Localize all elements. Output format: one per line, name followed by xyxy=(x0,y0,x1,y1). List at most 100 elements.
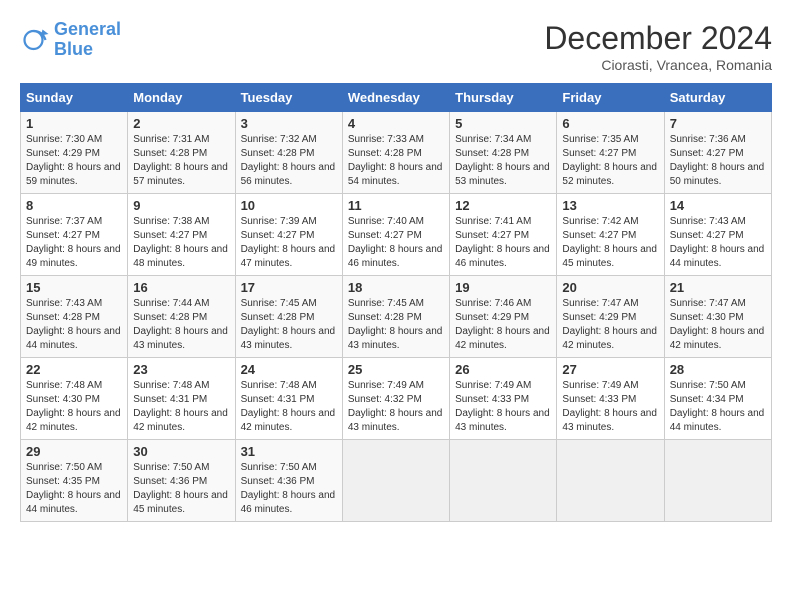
calendar-cell: 12 Sunrise: 7:41 AMSunset: 4:27 PMDayligh… xyxy=(450,194,557,276)
day-info: Sunrise: 7:41 AMSunset: 4:27 PMDaylight:… xyxy=(455,215,551,271)
calendar-table: SundayMondayTuesdayWednesdayThursdayFrid… xyxy=(20,83,772,522)
calendar-cell: 30 Sunrise: 7:50 AMSunset: 4:36 PMDayligh… xyxy=(128,440,235,522)
day-info: Sunrise: 7:36 AMSunset: 4:27 PMDaylight:… xyxy=(670,133,766,189)
calendar-cell: 27 Sunrise: 7:49 AMSunset: 4:33 PMDayligh… xyxy=(557,358,664,440)
day-number: 4 xyxy=(348,116,444,131)
day-info: Sunrise: 7:45 AMSunset: 4:28 PMDaylight:… xyxy=(348,297,444,353)
day-number: 22 xyxy=(26,362,122,377)
day-info: Sunrise: 7:30 AMSunset: 4:29 PMDaylight:… xyxy=(26,133,122,189)
calendar-cell: 25 Sunrise: 7:49 AMSunset: 4:32 PMDayligh… xyxy=(342,358,449,440)
calendar-cell: 24 Sunrise: 7:48 AMSunset: 4:31 PMDayligh… xyxy=(235,358,342,440)
calendar-cell: 22 Sunrise: 7:48 AMSunset: 4:30 PMDayligh… xyxy=(21,358,128,440)
calendar-week-5: 29 Sunrise: 7:50 AMSunset: 4:35 PMDayligh… xyxy=(21,440,772,522)
calendar-cell xyxy=(450,440,557,522)
day-number: 29 xyxy=(26,444,122,459)
calendar-cell: 1Sunrise: 7:30 AMSunset: 4:29 PMDaylight… xyxy=(21,112,128,194)
day-info: Sunrise: 7:32 AMSunset: 4:28 PMDaylight:… xyxy=(241,133,337,189)
day-number: 19 xyxy=(455,280,551,295)
header-cell-thursday: Thursday xyxy=(450,84,557,112)
calendar-cell: 26 Sunrise: 7:49 AMSunset: 4:33 PMDayligh… xyxy=(450,358,557,440)
header-cell-tuesday: Tuesday xyxy=(235,84,342,112)
day-number: 31 xyxy=(241,444,337,459)
day-info: Sunrise: 7:49 AMSunset: 4:33 PMDaylight:… xyxy=(455,379,551,435)
logo-text: General Blue xyxy=(54,20,121,60)
day-number: 27 xyxy=(562,362,658,377)
calendar-cell: 13Sunrise: 7:42 AMSunset: 4:27 PMDayligh… xyxy=(557,194,664,276)
day-number: 18 xyxy=(348,280,444,295)
day-number: 16 xyxy=(133,280,229,295)
day-info: Sunrise: 7:38 AMSunset: 4:27 PMDaylight:… xyxy=(133,215,229,271)
day-info: Sunrise: 7:48 AMSunset: 4:31 PMDaylight:… xyxy=(241,379,337,435)
day-number: 8 xyxy=(26,198,122,213)
calendar-cell: 16 Sunrise: 7:44 AMSunset: 4:28 PMDayligh… xyxy=(128,276,235,358)
calendar-body: 1Sunrise: 7:30 AMSunset: 4:29 PMDaylight… xyxy=(21,112,772,522)
day-number: 21 xyxy=(670,280,766,295)
calendar-cell xyxy=(557,440,664,522)
calendar-cell xyxy=(664,440,771,522)
day-number: 23 xyxy=(133,362,229,377)
day-info: Sunrise: 7:40 AMSunset: 4:27 PMDaylight:… xyxy=(348,215,444,271)
calendar-week-4: 22 Sunrise: 7:48 AMSunset: 4:30 PMDayligh… xyxy=(21,358,772,440)
calendar-cell: 9Sunrise: 7:38 AMSunset: 4:27 PMDaylight… xyxy=(128,194,235,276)
day-info: Sunrise: 7:45 AMSunset: 4:28 PMDaylight:… xyxy=(241,297,337,353)
calendar-cell: 19 Sunrise: 7:46 AMSunset: 4:29 PMDayligh… xyxy=(450,276,557,358)
calendar-cell: 10 Sunrise: 7:39 AMSunset: 4:27 PMDayligh… xyxy=(235,194,342,276)
calendar-week-2: 8Sunrise: 7:37 AMSunset: 4:27 PMDaylight… xyxy=(21,194,772,276)
calendar-cell: 3Sunrise: 7:32 AMSunset: 4:28 PMDaylight… xyxy=(235,112,342,194)
day-info: Sunrise: 7:33 AMSunset: 4:28 PMDaylight:… xyxy=(348,133,444,189)
calendar-cell: 21Sunrise: 7:47 AMSunset: 4:30 PMDayligh… xyxy=(664,276,771,358)
day-number: 6 xyxy=(562,116,658,131)
day-number: 26 xyxy=(455,362,551,377)
day-info: Sunrise: 7:31 AMSunset: 4:28 PMDaylight:… xyxy=(133,133,229,189)
day-number: 13 xyxy=(562,198,658,213)
day-info: Sunrise: 7:50 AMSunset: 4:36 PMDaylight:… xyxy=(241,461,337,517)
day-number: 7 xyxy=(670,116,766,131)
calendar-cell: 29 Sunrise: 7:50 AMSunset: 4:35 PMDayligh… xyxy=(21,440,128,522)
calendar-cell: 18 Sunrise: 7:45 AMSunset: 4:28 PMDayligh… xyxy=(342,276,449,358)
calendar-cell: 14 Sunrise: 7:43 AMSunset: 4:27 PMDayligh… xyxy=(664,194,771,276)
title-block: December 2024 Ciorasti, Vrancea, Romania xyxy=(544,20,772,73)
day-number: 14 xyxy=(670,198,766,213)
day-number: 30 xyxy=(133,444,229,459)
day-info: Sunrise: 7:39 AMSunset: 4:27 PMDaylight:… xyxy=(241,215,337,271)
day-info: Sunrise: 7:50 AMSunset: 4:36 PMDaylight:… xyxy=(133,461,229,517)
day-info: Sunrise: 7:49 AMSunset: 4:33 PMDaylight:… xyxy=(562,379,658,435)
day-number: 11 xyxy=(348,198,444,213)
day-number: 20 xyxy=(562,280,658,295)
calendar-week-3: 15Sunrise: 7:43 AMSunset: 4:28 PMDayligh… xyxy=(21,276,772,358)
day-info: Sunrise: 7:48 AMSunset: 4:30 PMDaylight:… xyxy=(26,379,122,435)
header-cell-monday: Monday xyxy=(128,84,235,112)
calendar-cell: 2Sunrise: 7:31 AMSunset: 4:28 PMDaylight… xyxy=(128,112,235,194)
calendar-header: SundayMondayTuesdayWednesdayThursdayFrid… xyxy=(21,84,772,112)
day-number: 10 xyxy=(241,198,337,213)
day-info: Sunrise: 7:48 AMSunset: 4:31 PMDaylight:… xyxy=(133,379,229,435)
day-info: Sunrise: 7:46 AMSunset: 4:29 PMDaylight:… xyxy=(455,297,551,353)
day-number: 15 xyxy=(26,280,122,295)
day-number: 24 xyxy=(241,362,337,377)
day-info: Sunrise: 7:49 AMSunset: 4:32 PMDaylight:… xyxy=(348,379,444,435)
day-info: Sunrise: 7:50 AMSunset: 4:34 PMDaylight:… xyxy=(670,379,766,435)
day-info: Sunrise: 7:35 AMSunset: 4:27 PMDaylight:… xyxy=(562,133,658,189)
calendar-week-1: 1Sunrise: 7:30 AMSunset: 4:29 PMDaylight… xyxy=(21,112,772,194)
calendar-cell: 4 Sunrise: 7:33 AMSunset: 4:28 PMDaylight… xyxy=(342,112,449,194)
month-title: December 2024 xyxy=(544,20,772,57)
calendar-cell: 15Sunrise: 7:43 AMSunset: 4:28 PMDayligh… xyxy=(21,276,128,358)
day-info: Sunrise: 7:44 AMSunset: 4:28 PMDaylight:… xyxy=(133,297,229,353)
day-number: 5 xyxy=(455,116,551,131)
header-cell-sunday: Sunday xyxy=(21,84,128,112)
day-info: Sunrise: 7:50 AMSunset: 4:35 PMDaylight:… xyxy=(26,461,122,517)
logo: General Blue xyxy=(20,20,121,60)
calendar-cell: 31 Sunrise: 7:50 AMSunset: 4:36 PMDayligh… xyxy=(235,440,342,522)
header-cell-friday: Friday xyxy=(557,84,664,112)
day-number: 25 xyxy=(348,362,444,377)
header-row: SundayMondayTuesdayWednesdayThursdayFrid… xyxy=(21,84,772,112)
calendar-cell: 23 Sunrise: 7:48 AMSunset: 4:31 PMDayligh… xyxy=(128,358,235,440)
day-info: Sunrise: 7:43 AMSunset: 4:27 PMDaylight:… xyxy=(670,215,766,271)
location-subtitle: Ciorasti, Vrancea, Romania xyxy=(544,57,772,73)
day-info: Sunrise: 7:34 AMSunset: 4:28 PMDaylight:… xyxy=(455,133,551,189)
header-cell-wednesday: Wednesday xyxy=(342,84,449,112)
header-cell-saturday: Saturday xyxy=(664,84,771,112)
calendar-cell: 28 Sunrise: 7:50 AMSunset: 4:34 PMDayligh… xyxy=(664,358,771,440)
day-number: 12 xyxy=(455,198,551,213)
day-number: 28 xyxy=(670,362,766,377)
